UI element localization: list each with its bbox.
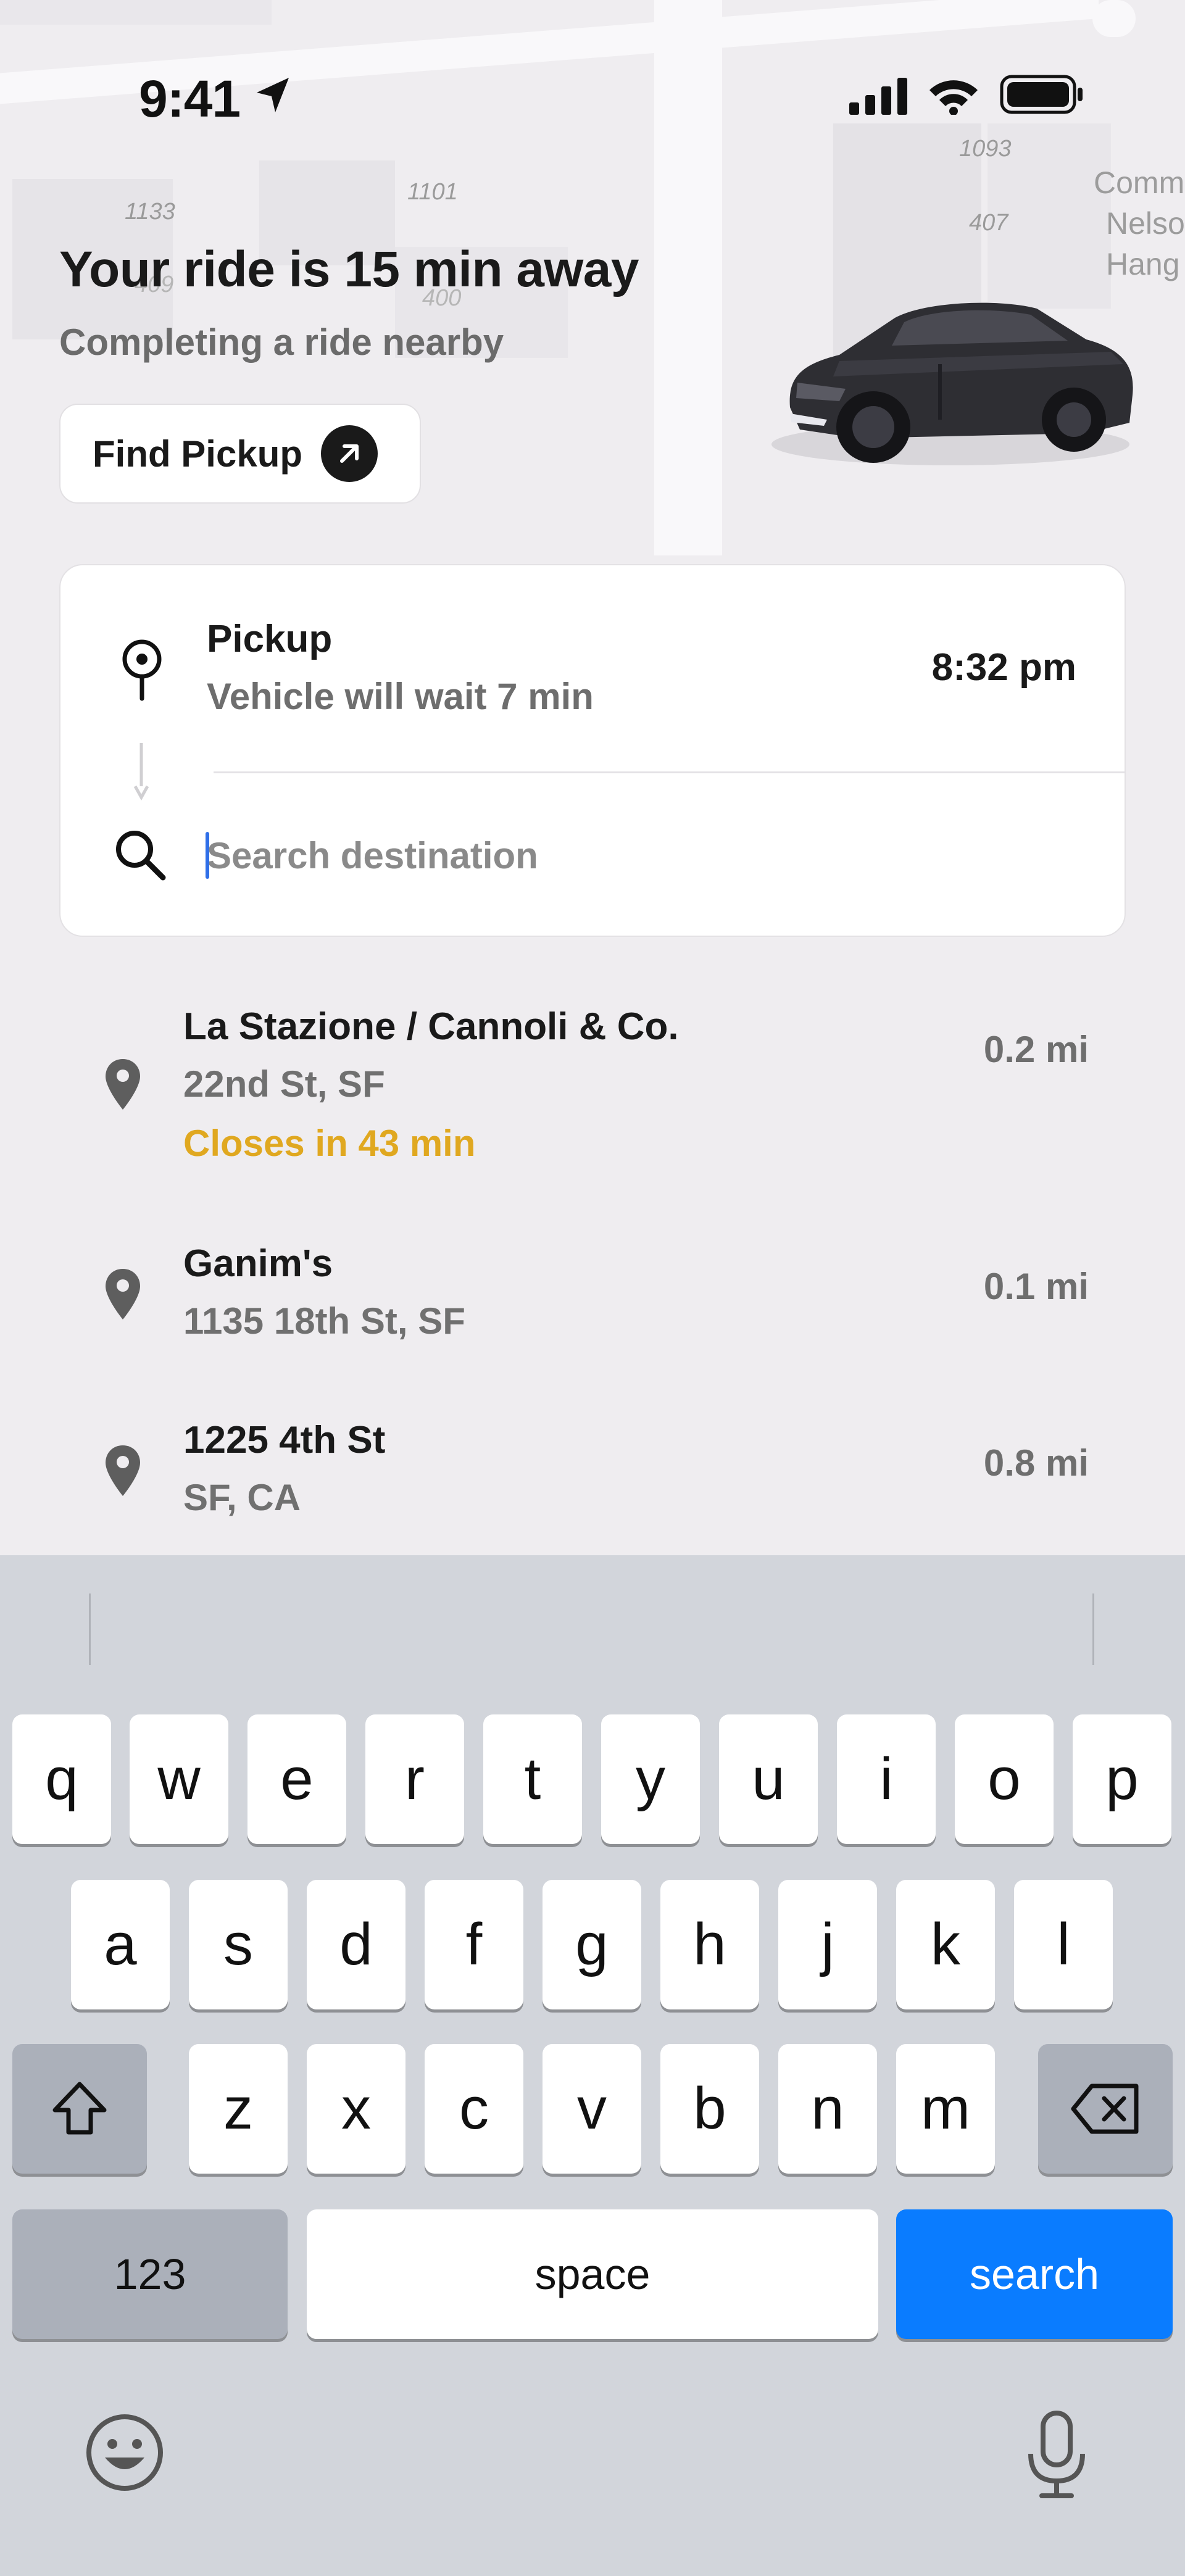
cellular-signal-icon	[849, 78, 907, 115]
space-key[interactable]: space	[307, 2209, 878, 2339]
key-a[interactable]: a	[71, 1880, 170, 2009]
find-pickup-button[interactable]: Find Pickup	[59, 404, 421, 504]
list-item[interactable]: 1225 4th St SF, CA 0.8 mi	[0, 1405, 1185, 1540]
pickup-wait-info: Vehicle will wait 7 min	[207, 676, 594, 717]
arrow-up-right-icon	[321, 425, 378, 482]
key-u[interactable]: u	[719, 1714, 818, 1844]
key-q[interactable]: q	[12, 1714, 111, 1844]
key-p[interactable]: p	[1073, 1714, 1171, 1844]
suggestion-divider	[89, 1593, 91, 1665]
numbers-key[interactable]: 123	[12, 2209, 288, 2339]
map-label: 1133	[125, 199, 175, 225]
key-i[interactable]: i	[837, 1714, 936, 1844]
result-address: 1135 18th St, SF	[183, 1300, 465, 1342]
key-l[interactable]: l	[1014, 1880, 1113, 2009]
key-r[interactable]: r	[365, 1714, 464, 1844]
key-y[interactable]: y	[601, 1714, 700, 1844]
key-d[interactable]: d	[307, 1880, 405, 2009]
text-caret	[206, 832, 209, 879]
result-distance: 0.2 mi	[983, 1029, 1089, 1070]
delete-key[interactable]	[1038, 2044, 1173, 2174]
key-z[interactable]: z	[189, 2044, 288, 2174]
location-arrow-icon	[257, 78, 289, 112]
battery-icon	[1000, 75, 1083, 114]
microphone-icon[interactable]	[1025, 2409, 1089, 2501]
key-t[interactable]: t	[483, 1714, 582, 1844]
key-k[interactable]: k	[896, 1880, 995, 2009]
pickup-time: 8:32 pm	[931, 646, 1076, 689]
route-connector	[133, 743, 149, 801]
key-m[interactable]: m	[896, 2044, 995, 2174]
map-label: 1101	[407, 179, 458, 205]
map-pin-icon	[106, 1059, 140, 1110]
wifi-icon	[929, 80, 978, 115]
delete-icon	[1071, 2084, 1139, 2134]
shift-key[interactable]	[12, 2044, 147, 2174]
pickup-title: Pickup	[207, 618, 333, 660]
map-label: 407	[969, 210, 1008, 236]
card-divider	[214, 771, 1125, 773]
key-e[interactable]: e	[247, 1714, 346, 1844]
result-name: 1225 4th St	[183, 1419, 386, 1461]
list-item[interactable]: La Stazione / Cannoli & Co. 22nd St, SF …	[0, 987, 1185, 1185]
key-x[interactable]: x	[307, 2044, 405, 2174]
key-b[interactable]: b	[660, 2044, 759, 2174]
key-f[interactable]: f	[425, 1880, 523, 2009]
map-pin-icon	[106, 1269, 140, 1319]
ride-eta-title: Your ride is 15 min away	[59, 241, 639, 297]
key-n[interactable]: n	[778, 2044, 877, 2174]
search-icon	[116, 831, 166, 881]
result-name: Ganim's	[183, 1242, 333, 1285]
suggestion-divider	[1092, 1593, 1094, 1665]
key-c[interactable]: c	[425, 2044, 523, 2174]
search-destination-input[interactable]	[207, 831, 1071, 880]
map-label: 1093	[959, 136, 1012, 162]
result-distance: 0.8 mi	[983, 1442, 1089, 1484]
list-item[interactable]: Ganim's 1135 18th St, SF 0.1 mi	[0, 1228, 1185, 1364]
ride-status-subtitle: Completing a ride nearby	[59, 322, 504, 363]
result-distance: 0.1 mi	[983, 1266, 1089, 1307]
key-j[interactable]: j	[778, 1880, 877, 2009]
map-place-label: Comm	[1094, 165, 1185, 200]
search-key[interactable]: search	[896, 2209, 1173, 2339]
find-pickup-label: Find Pickup	[93, 433, 303, 475]
status-time: 9:41	[139, 70, 241, 128]
keyboard: q w e r t y u i o p a s d f g h j k l z …	[0, 1555, 1185, 2576]
key-s[interactable]: s	[189, 1880, 288, 2009]
key-o[interactable]: o	[955, 1714, 1054, 1844]
shift-icon	[52, 2082, 107, 2135]
map-pin-icon	[106, 1445, 140, 1496]
closing-notice: Closes in 43 min	[183, 1123, 476, 1164]
key-v[interactable]: v	[543, 2044, 641, 2174]
key-w[interactable]: w	[130, 1714, 228, 1844]
vehicle-illustration	[771, 302, 1133, 465]
map-place-label: Nelso	[1106, 206, 1185, 241]
result-name: La Stazione / Cannoli & Co.	[183, 1005, 679, 1048]
result-address: 22nd St, SF	[183, 1063, 385, 1105]
key-g[interactable]: g	[543, 1880, 641, 2009]
pickup-pin-icon	[122, 639, 162, 701]
emoji-icon[interactable]	[84, 2412, 165, 2493]
key-h[interactable]: h	[660, 1880, 759, 2009]
result-address: SF, CA	[183, 1477, 301, 1518]
